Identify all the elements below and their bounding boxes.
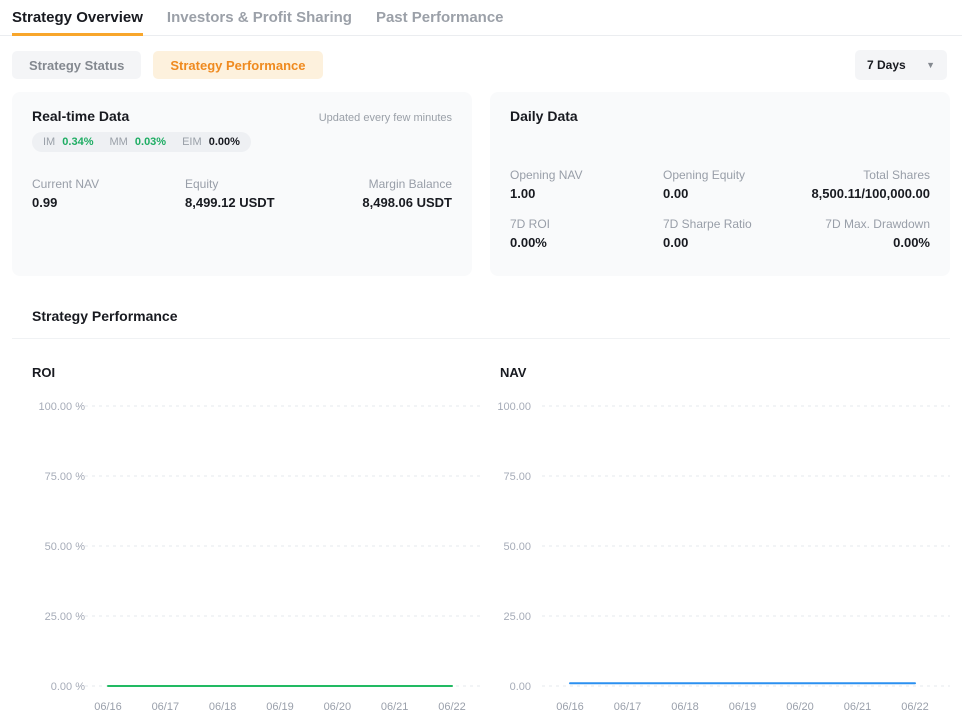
stat-margin-balance: Margin Balance 8,498.06 USDT — [362, 177, 452, 210]
stat-7d-sharpe-ratio: 7D Sharpe Ratio 0.00 — [663, 217, 825, 250]
svg-text:06/19: 06/19 — [729, 701, 757, 713]
tab-investors-profit-sharing[interactable]: Investors & Profit Sharing — [167, 0, 352, 36]
stat-total-shares: Total Shares 8,500.11/100,000.00 — [811, 168, 930, 201]
svg-text:06/19: 06/19 — [266, 701, 294, 713]
svg-text:0.00 %: 0.00 % — [51, 681, 85, 693]
stat-opening-nav: Opening NAV 1.00 — [510, 168, 663, 201]
svg-text:06/21: 06/21 — [844, 701, 872, 713]
svg-text:06/18: 06/18 — [671, 701, 699, 713]
daily-data-card: Daily Data Opening NAV 1.00 Opening Equi… — [490, 92, 950, 276]
svg-text:50.00: 50.00 — [503, 541, 531, 553]
stat-label: Current NAV — [32, 177, 185, 191]
stat-label: Opening Equity — [663, 168, 811, 182]
tab-past-performance[interactable]: Past Performance — [376, 0, 504, 36]
stat-label: 7D Max. Drawdown — [825, 217, 930, 231]
data-cards-row: Real-time Data Updated every few minutes… — [12, 92, 950, 276]
svg-text:06/22: 06/22 — [901, 701, 929, 713]
svg-text:75.00: 75.00 — [503, 471, 531, 483]
stat-value: 1.00 — [510, 186, 663, 201]
realtime-data-card: Real-time Data Updated every few minutes… — [12, 92, 472, 276]
stat-label: Margin Balance — [362, 177, 452, 191]
chevron-down-icon: ▼ — [926, 61, 935, 70]
mm-label: MM — [110, 136, 128, 148]
stat-value: 0.99 — [32, 195, 185, 210]
range-select-value: 7 Days — [867, 58, 906, 72]
daily-card-title: Daily Data — [510, 108, 578, 124]
tab-strategy-overview[interactable]: Strategy Overview — [12, 0, 143, 36]
svg-text:50.00 %: 50.00 % — [45, 541, 86, 553]
svg-text:06/16: 06/16 — [556, 701, 584, 713]
svg-text:06/21: 06/21 — [381, 701, 409, 713]
roi-chart-title: ROI — [32, 365, 482, 380]
stat-label: 7D ROI — [510, 217, 663, 231]
svg-text:06/20: 06/20 — [786, 701, 814, 713]
svg-text:06/20: 06/20 — [324, 701, 352, 713]
stat-opening-equity: Opening Equity 0.00 — [663, 168, 811, 201]
range-select[interactable]: 7 Days ▼ — [855, 50, 947, 80]
eim-badge: EIM 0.00% — [182, 136, 240, 148]
charts-row: ROI 100.00 % 75.00 % 50.00 % 25.00 % 0.00 % 0… — [12, 339, 962, 719]
stat-value: 8,499.12 USDT — [185, 195, 362, 210]
stat-label: Opening NAV — [510, 168, 663, 182]
stat-value: 0.00 — [663, 186, 811, 201]
subtab-strategy-performance[interactable]: Strategy Performance — [153, 51, 322, 79]
stat-value: 0.00 — [663, 235, 825, 250]
eim-label: EIM — [182, 136, 202, 148]
subtab-row: Strategy Status Strategy Performance 7 D… — [12, 50, 950, 80]
stat-label: Total Shares — [811, 168, 930, 182]
roi-chart-plot[interactable]: 100.00 % 75.00 % 50.00 % 25.00 % 0.00 % 06/16… — [12, 389, 482, 719]
main-tabs: Strategy Overview Investors & Profit Sha… — [0, 0, 962, 36]
subtab-strategy-status[interactable]: Strategy Status — [12, 51, 141, 79]
stat-label: Equity — [185, 177, 362, 191]
svg-text:06/17: 06/17 — [614, 701, 642, 713]
stat-value: 0.00% — [510, 235, 663, 250]
nav-chart: NAV 100.00 75.00 50.00 25.00 0.00 06/16 06/17 0… — [490, 339, 960, 719]
nav-chart-title: NAV — [500, 365, 960, 380]
eim-value: 0.00% — [209, 136, 240, 148]
svg-text:75.00 %: 75.00 % — [45, 471, 86, 483]
margin-requirement-badge: IM 0.34% MM 0.03% EIM 0.00% — [32, 132, 251, 152]
stat-7d-roi: 7D ROI 0.00% — [510, 217, 663, 250]
stat-value: 0.00% — [825, 235, 930, 250]
im-badge: IM 0.34% — [43, 136, 94, 148]
im-label: IM — [43, 136, 55, 148]
stat-equity: Equity 8,499.12 USDT — [185, 177, 362, 210]
im-value: 0.34% — [62, 136, 93, 148]
svg-text:100.00: 100.00 — [497, 401, 531, 413]
svg-text:0.00: 0.00 — [510, 681, 531, 693]
stat-value: 8,498.06 USDT — [362, 195, 452, 210]
svg-text:06/22: 06/22 — [438, 701, 466, 713]
stat-current-nav: Current NAV 0.99 — [32, 177, 185, 210]
updated-note: Updated every few minutes — [319, 112, 452, 124]
stat-value: 8,500.11/100,000.00 — [811, 186, 930, 201]
realtime-card-title: Real-time Data — [32, 108, 129, 124]
svg-text:06/16: 06/16 — [94, 701, 122, 713]
svg-text:06/18: 06/18 — [209, 701, 237, 713]
stat-label: 7D Sharpe Ratio — [663, 217, 825, 231]
svg-text:25.00 %: 25.00 % — [45, 611, 86, 623]
mm-value: 0.03% — [135, 136, 166, 148]
mm-badge: MM 0.03% — [110, 136, 167, 148]
stat-7d-max-drawdown: 7D Max. Drawdown 0.00% — [825, 217, 930, 250]
nav-chart-plot[interactable]: 100.00 75.00 50.00 25.00 0.00 06/16 06/17 06/18… — [490, 389, 960, 719]
svg-text:06/17: 06/17 — [152, 701, 180, 713]
performance-section-title: Strategy Performance — [32, 308, 962, 324]
roi-chart: ROI 100.00 % 75.00 % 50.00 % 25.00 % 0.00 % 0… — [12, 339, 482, 719]
svg-text:100.00 %: 100.00 % — [39, 401, 86, 413]
svg-text:25.00: 25.00 — [503, 611, 531, 623]
